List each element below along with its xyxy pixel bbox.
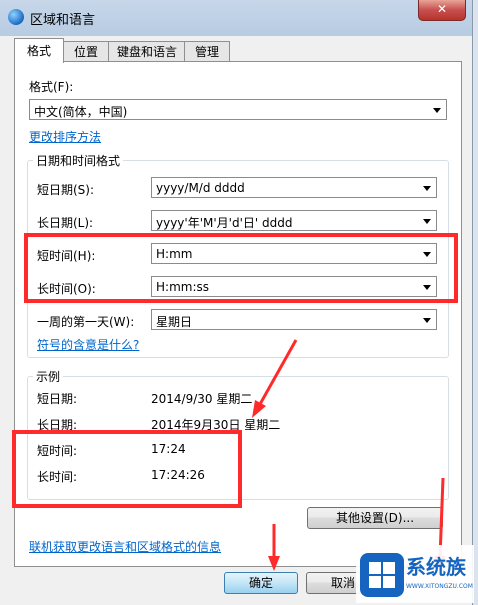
chevron-down-icon xyxy=(423,186,431,191)
tab-administrative[interactable]: 管理 xyxy=(184,41,230,62)
chevron-down-icon xyxy=(423,318,431,323)
examples-legend: 示例 xyxy=(33,368,64,385)
ok-button[interactable]: 确定 xyxy=(224,572,298,594)
tab-keyboard-language[interactable]: 键盘和语言 xyxy=(108,41,186,62)
first-day-select[interactable]: 星期日 xyxy=(151,309,437,330)
watermark-logo: 系统族 WWW.XITONGZU.COM xyxy=(356,545,474,603)
example-short-date-value: 2014/9/30 星期二 xyxy=(151,392,253,406)
long-time-label: 长时间(O): xyxy=(37,282,96,296)
tab-location[interactable]: 位置 xyxy=(62,41,110,62)
tab-format[interactable]: 格式 xyxy=(14,38,64,63)
other-settings-button[interactable]: 其他设置(D)... xyxy=(307,507,443,529)
format-tab-panel: 格式(F): 中文(简体，中国) 更改排序方法 日期和时间格式 短日期(S): … xyxy=(14,61,462,567)
short-date-value: yyyy/M/d dddd xyxy=(156,181,245,195)
change-sort-link[interactable]: 更改排序方法 xyxy=(29,128,101,145)
format-value: 中文(简体，中国) xyxy=(34,105,128,119)
watermark-url: WWW.XITONGZU.COM xyxy=(406,583,473,590)
format-select[interactable]: 中文(简体，中国) xyxy=(29,99,447,120)
long-date-select[interactable]: yyyy'年'M'月'd'日' dddd xyxy=(151,210,437,231)
long-date-value: yyyy'年'M'月'd'日' dddd xyxy=(156,216,293,230)
short-date-label: 短日期(S): xyxy=(37,183,95,197)
example-long-time-value: 17:24:26 xyxy=(151,468,205,482)
region-language-window: 区域和语言 ✕ 格式 位置 键盘和语言 管理 格式(F): 中文(简体，中国) … xyxy=(0,0,473,605)
short-time-value: H:mm xyxy=(156,247,193,261)
online-info-link[interactable]: 联机获取更改语言和区域格式的信息 xyxy=(29,538,221,555)
chevron-down-icon xyxy=(423,285,431,290)
example-short-time-value: 17:24 xyxy=(151,442,186,456)
example-long-time-label: 长时间: xyxy=(37,470,78,484)
chevron-down-icon xyxy=(433,108,441,113)
format-label: 格式(F): xyxy=(29,80,74,94)
globe-icon xyxy=(8,9,24,25)
short-time-select[interactable]: H:mm xyxy=(151,243,437,264)
short-time-label: 短时间(H): xyxy=(37,249,96,263)
watermark-text: 系统族 xyxy=(406,555,466,579)
example-long-date-value: 2014年9月30日 星期二 xyxy=(151,418,281,432)
long-time-select[interactable]: H:mm:ss xyxy=(151,276,437,297)
first-day-label: 一周的第一天(W): xyxy=(37,315,135,329)
chevron-down-icon xyxy=(423,252,431,257)
datetime-legend: 日期和时间格式 xyxy=(33,152,124,169)
first-day-value: 星期日 xyxy=(156,315,193,329)
close-button[interactable]: ✕ xyxy=(418,0,466,21)
long-date-label: 长日期(L): xyxy=(37,216,94,230)
symbol-meaning-link[interactable]: 符号的含意是什么? xyxy=(37,336,139,353)
example-long-date-label: 长日期: xyxy=(37,418,78,432)
title-bar: 区域和语言 ✕ xyxy=(0,0,472,36)
example-short-date-label: 短日期: xyxy=(37,392,78,406)
example-short-time-label: 短时间: xyxy=(37,444,78,458)
window-title: 区域和语言 xyxy=(30,13,96,28)
long-time-value: H:mm:ss xyxy=(156,280,209,294)
short-date-select[interactable]: yyyy/M/d dddd xyxy=(151,177,437,198)
chevron-down-icon xyxy=(423,219,431,224)
